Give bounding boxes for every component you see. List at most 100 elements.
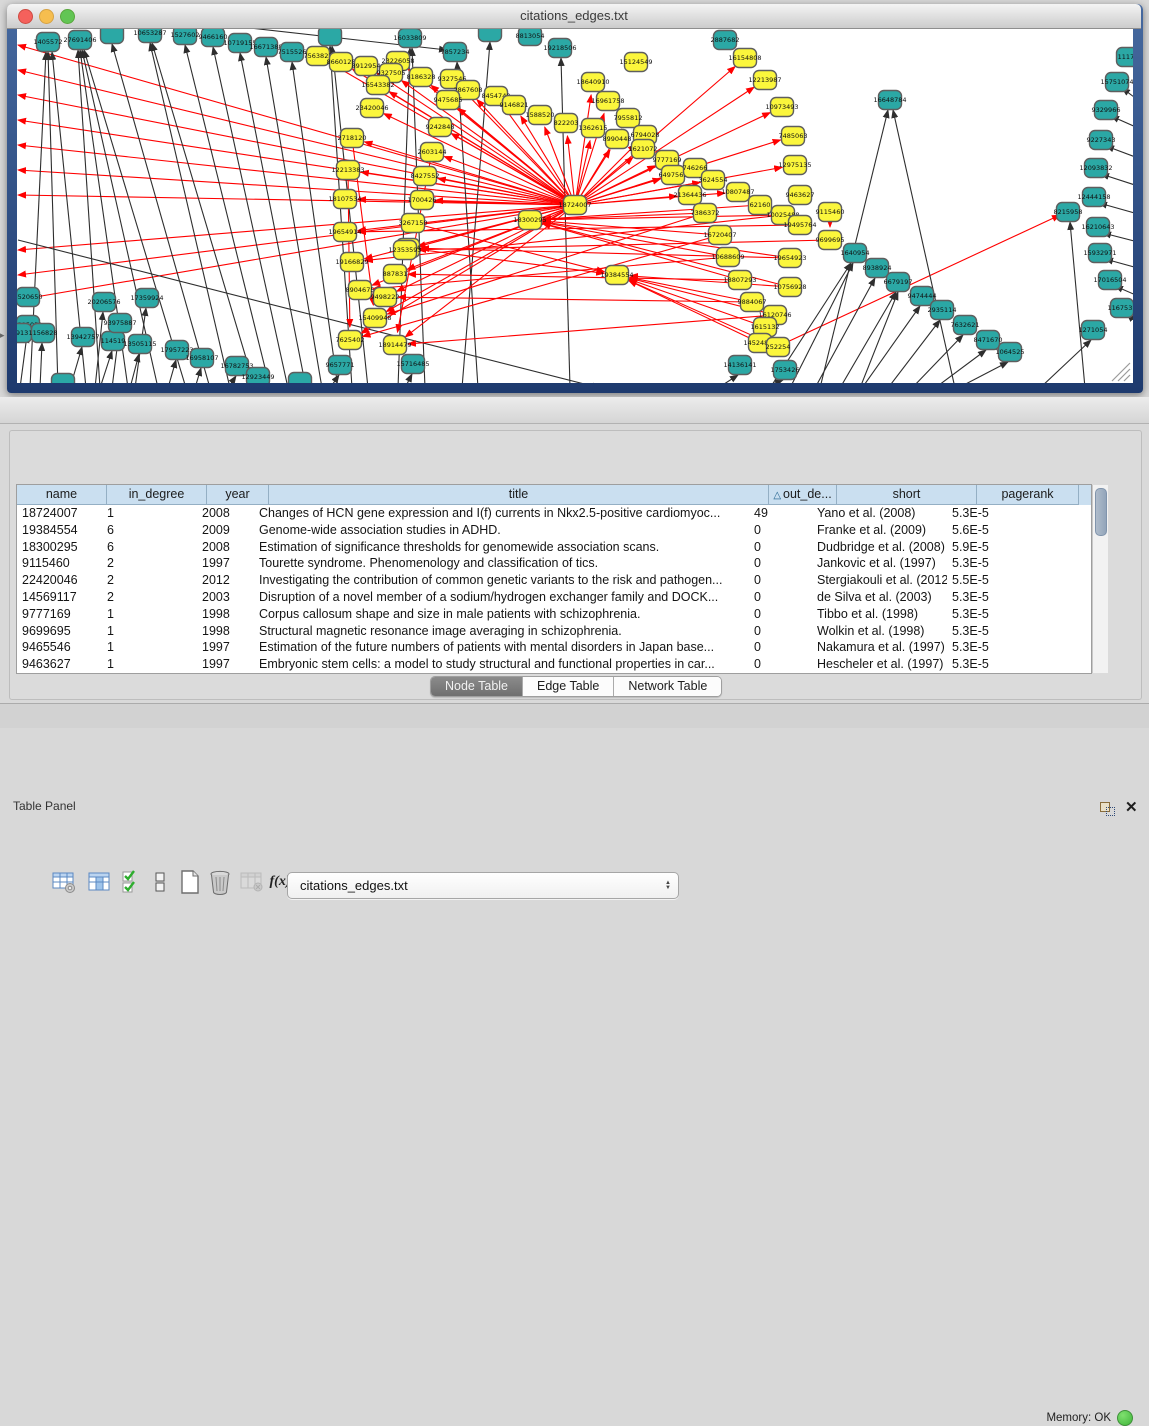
cell-short[interactable]: Nakamura et al. (1997) — [812, 639, 947, 656]
network-node[interactable]: 10756928 — [773, 278, 806, 297]
network-node[interactable]: 7955812 — [614, 109, 643, 128]
cell-title[interactable]: Investigating the contribution of common… — [254, 572, 749, 589]
cell-in_degree[interactable]: 2 — [102, 572, 197, 589]
cell-in_degree[interactable]: 6 — [102, 539, 197, 556]
cell-name[interactable]: 9463627 — [17, 656, 102, 673]
network-node[interactable]: 27691406 — [63, 31, 96, 50]
network-edge-black[interactable] — [888, 320, 940, 383]
cell-pagerank[interactable]: 5.3E-5 — [947, 639, 1044, 656]
new-table-icon[interactable] — [176, 868, 204, 896]
network-node[interactable]: 15751074 — [1100, 73, 1133, 92]
column-header-name[interactable]: name — [17, 485, 107, 505]
network-edge-black[interactable] — [266, 57, 322, 383]
network-edge-black[interactable] — [762, 380, 783, 383]
column-header-short[interactable]: short — [837, 485, 977, 505]
table-row[interactable]: 969969511998Structural magnetic resonanc… — [17, 623, 1091, 640]
network-node[interactable]: 17016504 — [1093, 271, 1126, 290]
network-node[interactable]: 9498222 — [371, 288, 400, 307]
network-node[interactable]: 16210643 — [1081, 218, 1114, 237]
cell-year[interactable]: 1998 — [197, 623, 254, 640]
network-node[interactable]: 18640910 — [576, 73, 609, 92]
close-panel-icon[interactable]: ✕ — [1125, 798, 1138, 816]
cell-name[interactable]: 18724007 — [17, 505, 102, 522]
network-node[interactable] — [101, 29, 124, 44]
cell-title[interactable]: Changes of HCN gene expression and I(f) … — [254, 505, 749, 522]
resize-grip[interactable] — [1112, 363, 1130, 381]
table-row[interactable]: 911546021997Tourette syndrome. Phenomeno… — [17, 555, 1091, 572]
cell-year[interactable]: 1997 — [197, 555, 254, 572]
network-node[interactable]: 8215958 — [1054, 203, 1083, 222]
network-node[interactable]: 114519 — [101, 332, 126, 351]
network-node[interactable]: 10653287 — [133, 29, 166, 43]
network-node[interactable]: 18724007 — [558, 196, 591, 215]
cell-title[interactable]: Estimation of significance thresholds fo… — [254, 539, 749, 556]
cell-pagerank[interactable]: 5.3E-5 — [947, 505, 1044, 522]
table-row[interactable]: 946362711997Embryonic stem cells: a mode… — [17, 656, 1091, 673]
cell-short[interactable]: Wolkin et al. (1998) — [812, 623, 947, 640]
tab-edge-table[interactable]: Edge Table — [523, 677, 614, 696]
cell-year[interactable]: 2008 — [197, 539, 254, 556]
cell-out_de[interactable]: 0 — [749, 639, 812, 656]
cell-title[interactable]: Estimation of the future numbers of pati… — [254, 639, 749, 656]
network-edge-red[interactable] — [18, 45, 575, 205]
network-node[interactable]: 822203 — [554, 114, 579, 133]
network-window-titlebar[interactable]: citations_edges.txt — [7, 4, 1141, 29]
cell-out_de[interactable]: 0 — [749, 555, 812, 572]
column-header-year[interactable]: year — [207, 485, 269, 505]
network-view-window[interactable]: citations_edges.txt 18724007183002951938… — [7, 4, 1143, 393]
network-node[interactable]: 23420046 — [355, 99, 388, 118]
cell-out_de[interactable]: 49 — [749, 505, 812, 522]
network-node[interactable] — [319, 29, 342, 46]
network-edge-black[interactable] — [195, 368, 201, 383]
cell-pagerank[interactable]: 5.3E-5 — [947, 623, 1044, 640]
network-node[interactable]: 9463627 — [786, 186, 815, 205]
network-node[interactable]: 9699695 — [816, 231, 845, 250]
network-node[interactable]: 12444158 — [1077, 188, 1110, 207]
network-node[interactable]: 19218506 — [543, 39, 576, 58]
cell-short[interactable]: de Silva et al. (2003) — [812, 589, 947, 606]
network-node[interactable]: 10973493 — [765, 98, 798, 117]
network-node[interactable]: 12213383 — [331, 161, 364, 180]
network-node[interactable]: 93975887 — [103, 314, 136, 333]
float-panel-icon[interactable] — [1100, 802, 1115, 815]
network-node[interactable]: 9115460 — [816, 203, 845, 222]
cell-pagerank[interactable]: 5.3E-5 — [947, 606, 1044, 623]
cell-in_degree[interactable]: 1 — [102, 623, 197, 640]
cell-short[interactable]: Tibbo et al. (1998) — [812, 606, 947, 623]
table-row[interactable]: 977716911998Corpus callosum shape and si… — [17, 606, 1091, 623]
table-scrollbar-thumb[interactable] — [1095, 488, 1107, 536]
cell-title[interactable]: Tourette syndrome. Phenomenology and cla… — [254, 555, 749, 572]
network-node[interactable]: 2887682 — [711, 31, 740, 50]
column-header-out_de[interactable]: △out_de... — [769, 485, 837, 505]
network-edge-black[interactable] — [152, 43, 255, 383]
network-node[interactable]: 2603144 — [418, 143, 447, 162]
network-node[interactable]: 21364436 — [673, 186, 706, 205]
table-scrollbar[interactable] — [1092, 485, 1108, 673]
network-node[interactable]: 11172 — [1117, 48, 1134, 67]
network-canvas-area[interactable]: 1872400718300295193845547563822866012889… — [17, 29, 1133, 383]
network-node[interactable]: 9242848 — [426, 118, 455, 137]
network-node[interactable]: 12213987 — [748, 71, 781, 90]
network-edge-black[interactable] — [1070, 222, 1085, 383]
cell-out_de[interactable]: 0 — [749, 623, 812, 640]
cell-out_de[interactable]: 0 — [749, 522, 812, 539]
network-node[interactable]: 17359924 — [130, 289, 163, 308]
network-node[interactable]: 1700426 — [408, 191, 437, 210]
network-node[interactable]: 1156828 — [29, 324, 58, 343]
network-node[interactable] — [289, 373, 312, 384]
network-node[interactable]: 15409948 — [358, 309, 391, 328]
network-node[interactable]: 1527602 — [171, 29, 200, 45]
cell-year[interactable]: 2003 — [197, 589, 254, 606]
cell-pagerank[interactable]: 5.3E-5 — [947, 589, 1044, 606]
network-node[interactable]: 252254 — [766, 338, 791, 357]
cell-out_de[interactable]: 0 — [749, 539, 812, 556]
cell-out_de[interactable]: 0 — [749, 572, 812, 589]
cell-year[interactable]: 2009 — [197, 522, 254, 539]
network-node[interactable]: 2718120 — [338, 129, 367, 148]
network-edge-black[interactable] — [718, 375, 738, 383]
network-node[interactable]: 19654923 — [773, 249, 806, 268]
network-canvas[interactable]: 1872400718300295193845547563822866012889… — [17, 29, 1133, 383]
cell-short[interactable]: Jankovic et al. (1997) — [812, 555, 947, 572]
network-node[interactable]: 9329966 — [1092, 101, 1121, 120]
network-edge-red[interactable] — [451, 134, 575, 205]
